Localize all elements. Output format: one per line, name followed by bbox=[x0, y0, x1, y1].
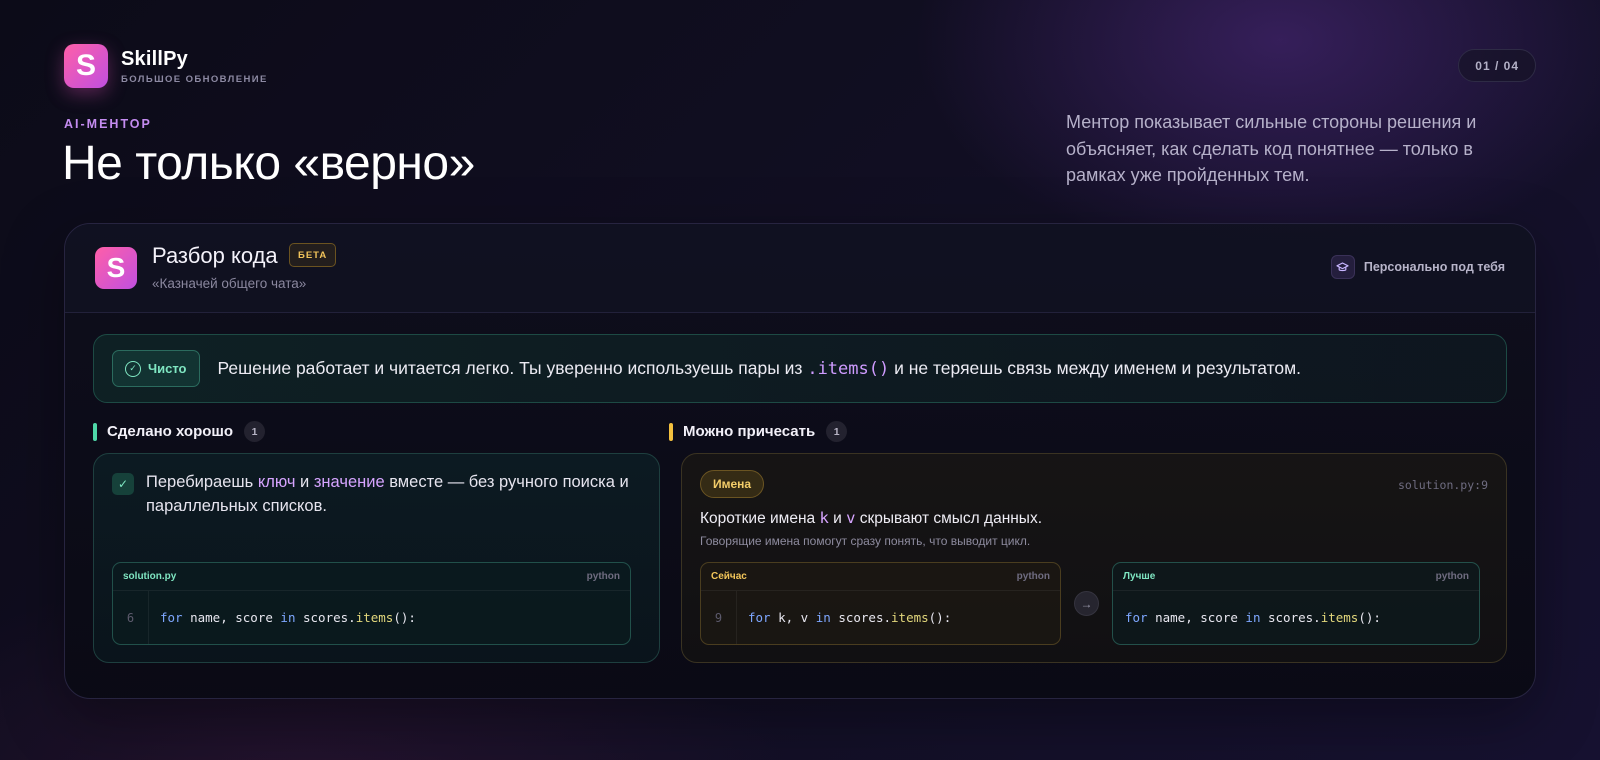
inline-code: .items() bbox=[807, 359, 890, 379]
personal-label: Персонально под тебя bbox=[1330, 255, 1505, 279]
code-text: name, score bbox=[182, 610, 281, 625]
code-text: (): bbox=[1358, 610, 1381, 625]
app-logo: S bbox=[64, 44, 108, 88]
highlight-code: k bbox=[819, 509, 829, 527]
code-function: items bbox=[1320, 610, 1359, 625]
language-label: python bbox=[586, 571, 620, 582]
highlight-word: ключ bbox=[257, 473, 296, 491]
praise-text: Перебираешь ключ и значение вместе — без… bbox=[146, 470, 636, 518]
code-snippet-current: Сейчас python 9 for k, v in scores.items… bbox=[700, 562, 1061, 645]
code-text: scores. bbox=[830, 610, 892, 625]
code-keyword: for bbox=[160, 610, 183, 625]
slide-pager: 01 / 04 bbox=[1458, 49, 1536, 82]
code-snippet-better: Лучше python for name, score in scores.i… bbox=[1112, 562, 1480, 645]
code-line: for name, score in scores.items(): bbox=[1113, 610, 1381, 625]
code-function: items bbox=[355, 610, 394, 625]
code-snippet-body: for name, score in scores.items(): bbox=[1113, 591, 1479, 644]
check-circle-icon: ✓ bbox=[125, 360, 141, 377]
code-text: (): bbox=[393, 610, 416, 625]
section-marker bbox=[669, 422, 673, 441]
code-text: name, score bbox=[1147, 610, 1246, 625]
code-keyword: for bbox=[1125, 610, 1148, 625]
code-keyword: for bbox=[748, 610, 771, 625]
snippet-title: Лучше bbox=[1123, 571, 1156, 582]
code-location[interactable]: solution.py:9 bbox=[1398, 478, 1488, 492]
text-part: и bbox=[295, 473, 314, 491]
card-header: S Разбор кода БЕТА «Казначей общего чата… bbox=[65, 224, 1535, 313]
brand-subtitle: БОЛЬШОЕ ОБНОВЛЕНИЕ bbox=[121, 73, 268, 85]
count-badge: 1 bbox=[826, 421, 848, 442]
card-logo: S bbox=[95, 247, 137, 289]
suggestion-title: Короткие имена k и v скрывают смысл данн… bbox=[700, 509, 1042, 528]
verdict-text: Решение работает и читается легко. Ты ув… bbox=[218, 358, 1302, 379]
section-marker bbox=[93, 422, 97, 441]
code-text: scores. bbox=[1260, 610, 1321, 625]
code-review-card: S Разбор кода БЕТА «Казначей общего чата… bbox=[64, 223, 1536, 699]
text-part: и bbox=[828, 510, 847, 527]
graduation-cap-icon bbox=[1330, 255, 1355, 279]
code-snippet-body: 9 for k, v in scores.items(): bbox=[701, 591, 1060, 644]
code-snippet-solution: solution.py python 6 for name, score in … bbox=[112, 562, 631, 645]
beta-badge: БЕТА bbox=[289, 243, 337, 267]
code-keyword: in bbox=[1245, 610, 1261, 625]
code-snippet-header: solution.py python bbox=[113, 563, 630, 591]
text-part: Перебираешь bbox=[146, 473, 258, 491]
highlight-code: v bbox=[846, 509, 856, 527]
section-eyebrow: AI-МЕНТОР bbox=[64, 117, 152, 131]
brand-name: SkillPy bbox=[121, 47, 188, 70]
section-done-well: Сделано хорошо 1 bbox=[93, 421, 266, 442]
done-well-panel: ✓ Перебираешь ключ и значение вместе — б… bbox=[93, 453, 660, 663]
category-tag: Имена bbox=[700, 470, 765, 498]
code-keyword: in bbox=[280, 610, 296, 625]
section-title: Сделано хорошо bbox=[107, 423, 234, 440]
line-number: 6 bbox=[113, 591, 149, 644]
code-line: for k, v in scores.items(): bbox=[737, 610, 951, 625]
section-can-improve: Можно причесать 1 bbox=[669, 421, 848, 442]
file-name: solution.py bbox=[123, 571, 177, 582]
page-title: Не только «верно» bbox=[62, 137, 475, 190]
personal-label-text: Персонально под тебя bbox=[1363, 260, 1505, 274]
code-snippet-header: Сейчас python bbox=[701, 563, 1060, 591]
arrow-right-icon: → bbox=[1074, 591, 1099, 616]
code-keyword: in bbox=[815, 610, 831, 625]
code-text: (): bbox=[928, 610, 952, 625]
code-snippet-header: Лучше python bbox=[1113, 563, 1479, 591]
count-badge: 1 bbox=[244, 421, 266, 442]
verdict-text-part: Решение работает и читается легко. Ты ув… bbox=[217, 358, 808, 378]
checkmark-icon: ✓ bbox=[112, 473, 134, 495]
code-line: for name, score in scores.items(): bbox=[149, 610, 416, 625]
line-number: 9 bbox=[701, 591, 737, 644]
task-name: «Казначей общего чата» bbox=[152, 276, 307, 291]
code-snippet-body: 6 for name, score in scores.items(): bbox=[113, 591, 630, 644]
brand[interactable]: S SkillPy БОЛЬШОЕ ОБНОВЛЕНИЕ bbox=[64, 44, 268, 88]
section-title: Можно причесать bbox=[683, 423, 816, 440]
verdict-badge-label: Чисто bbox=[148, 361, 187, 376]
lead-text: Ментор показывает сильные стороны решени… bbox=[1066, 112, 1477, 185]
verdict-badge: ✓ Чисто bbox=[112, 350, 200, 387]
code-function: items bbox=[891, 610, 929, 625]
text-part: Короткие имена bbox=[700, 510, 820, 527]
verdict-banner: ✓ Чисто Решение работает и читается легк… bbox=[93, 334, 1507, 403]
code-text: k, v bbox=[770, 610, 816, 625]
brand-text: SkillPy БОЛЬШОЕ ОБНОВЛЕНИЕ bbox=[121, 48, 268, 85]
text-part: скрывают смысл данных. bbox=[855, 510, 1043, 527]
card-title: Разбор кода bbox=[152, 243, 278, 268]
can-improve-panel: Имена solution.py:9 Короткие имена k и v… bbox=[681, 453, 1507, 663]
language-label: python bbox=[1016, 571, 1050, 582]
language-label: python bbox=[1435, 571, 1469, 582]
verdict-text-part: и не теряешь связь между именем и резуль… bbox=[889, 358, 1302, 378]
snippet-title: Сейчас bbox=[711, 571, 747, 582]
code-text: scores. bbox=[295, 610, 356, 625]
highlight-word: значение bbox=[313, 473, 385, 491]
suggestion-subtitle: Говорящие имена помогут сразу понять, чт… bbox=[700, 534, 1031, 548]
